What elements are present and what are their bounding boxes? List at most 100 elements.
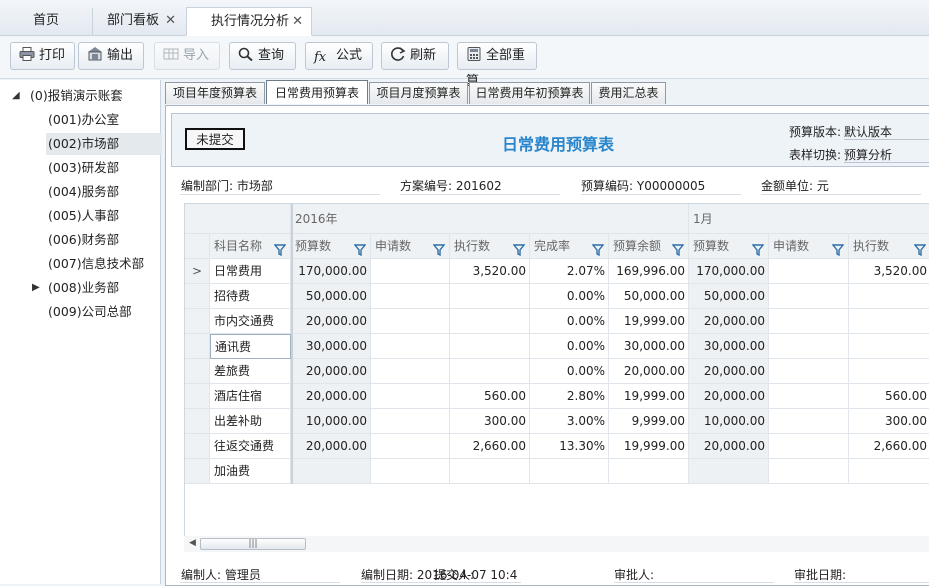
formula-button[interactable]: fx 公式 <box>305 42 373 70</box>
subject-name-cell[interactable]: 招待费 <box>210 284 291 309</box>
table-cell[interactable] <box>450 309 530 334</box>
table-cell[interactable] <box>371 384 450 409</box>
table-cell[interactable]: 170,000.00 <box>689 259 769 284</box>
table-cell[interactable] <box>450 334 530 359</box>
subject-name-cell[interactable]: 通讯费 <box>210 334 291 359</box>
column-header[interactable]: 完成率 <box>530 234 609 259</box>
row-indicator[interactable] <box>185 334 210 359</box>
sheet-tab-project-monthly[interactable]: 项目月度预算表 <box>369 82 468 104</box>
close-icon[interactable]: ✕ <box>292 8 303 36</box>
tab-home[interactable]: 首页 <box>0 8 92 35</box>
table-cell[interactable]: 3.00% <box>530 409 609 434</box>
table-cell[interactable] <box>769 459 849 484</box>
tree-item-002[interactable]: (002)市场部 <box>46 133 162 155</box>
column-header[interactable]: 预算余额 <box>609 234 689 259</box>
table-cell[interactable]: 50,000.00 <box>689 284 769 309</box>
filter-icon[interactable] <box>432 240 446 258</box>
table-cell[interactable] <box>769 309 849 334</box>
sheet-tab-project-annual[interactable]: 项目年度预算表 <box>165 82 265 104</box>
table-cell[interactable]: 0.00% <box>530 284 609 309</box>
import-button[interactable]: 导入 <box>154 42 220 70</box>
table-cell[interactable] <box>371 284 450 309</box>
table-cell[interactable]: 9,999.00 <box>609 409 689 434</box>
table-cell[interactable] <box>371 409 450 434</box>
table-cell[interactable] <box>450 459 530 484</box>
table-cell[interactable]: 560.00 <box>450 384 530 409</box>
filter-icon[interactable] <box>273 240 287 258</box>
table-cell[interactable]: 50,000.00 <box>291 284 371 309</box>
tree-root[interactable]: (0)报销演示账套 <box>30 85 123 107</box>
table-cell[interactable] <box>291 459 371 484</box>
tree-item-008[interactable]: (008)业务部 <box>48 277 119 299</box>
scroll-thumb[interactable]: ||| <box>200 538 306 550</box>
filter-icon[interactable] <box>512 240 526 258</box>
table-cell[interactable]: 20,000.00 <box>291 309 371 334</box>
table-cell[interactable]: 3,520.00 <box>849 259 929 284</box>
query-button[interactable]: 查询 <box>229 42 296 70</box>
tab-dept-board[interactable]: 部门看板 ✕ <box>92 8 184 35</box>
table-cell[interactable]: 20,000.00 <box>689 309 769 334</box>
row-indicator[interactable] <box>185 359 210 384</box>
table-cell[interactable] <box>849 459 929 484</box>
row-indicator[interactable] <box>185 309 210 334</box>
table-cell[interactable] <box>450 284 530 309</box>
column-header[interactable]: 预算数 <box>291 234 371 259</box>
row-indicator[interactable] <box>185 434 210 459</box>
subject-name-cell[interactable]: 日常费用 <box>210 259 291 284</box>
table-cell[interactable] <box>849 334 929 359</box>
table-cell[interactable]: 20,000.00 <box>609 359 689 384</box>
table-cell[interactable] <box>769 409 849 434</box>
table-cell[interactable] <box>849 359 929 384</box>
table-cell[interactable]: 20,000.00 <box>291 359 371 384</box>
tree-item-005[interactable]: (005)人事部 <box>48 205 119 227</box>
tree-item-001[interactable]: (001)办公室 <box>48 109 119 131</box>
sheet-tab-daily-initial[interactable]: 日常费用年初预算表 <box>469 82 590 104</box>
refresh-button[interactable]: 刷新 <box>381 42 449 70</box>
column-header[interactable]: 执行数 <box>849 234 929 259</box>
version-select[interactable]: 默认版本 <box>844 123 892 140</box>
table-cell[interactable]: 10,000.00 <box>689 409 769 434</box>
subject-name-cell[interactable]: 差旅费 <box>210 359 291 384</box>
table-cell[interactable]: 560.00 <box>849 384 929 409</box>
table-cell[interactable]: 300.00 <box>450 409 530 434</box>
row-indicator[interactable] <box>185 284 210 309</box>
column-header[interactable]: 科目名称 <box>210 234 291 259</box>
table-cell[interactable] <box>769 359 849 384</box>
table-cell[interactable] <box>769 284 849 309</box>
table-cell[interactable] <box>849 284 929 309</box>
table-cell[interactable]: 19,999.00 <box>609 309 689 334</box>
table-cell[interactable]: 2.80% <box>530 384 609 409</box>
table-cell[interactable] <box>849 309 929 334</box>
style-select[interactable]: 预算分析 <box>844 146 892 163</box>
table-cell[interactable]: 170,000.00 <box>291 259 371 284</box>
row-indicator[interactable] <box>185 409 210 434</box>
table-cell[interactable]: 2,660.00 <box>450 434 530 459</box>
expand-triangle-icon[interactable]: ◢ <box>12 90 20 101</box>
collapsed-triangle-icon[interactable]: ▶ <box>32 282 40 293</box>
table-cell[interactable]: 20,000.00 <box>291 434 371 459</box>
table-cell[interactable] <box>371 259 450 284</box>
table-cell[interactable] <box>769 384 849 409</box>
table-cell[interactable]: 13.30% <box>530 434 609 459</box>
close-icon[interactable]: ✕ <box>165 8 176 34</box>
table-cell[interactable]: 169,996.00 <box>609 259 689 284</box>
table-cell[interactable] <box>689 459 769 484</box>
subject-name-cell[interactable]: 加油费 <box>210 459 291 484</box>
subject-name-cell[interactable]: 往返交通费 <box>210 434 291 459</box>
table-cell[interactable]: 0.00% <box>530 309 609 334</box>
table-cell[interactable] <box>450 359 530 384</box>
row-indicator[interactable]: > <box>185 259 210 284</box>
row-indicator[interactable] <box>185 459 210 484</box>
subject-name-cell[interactable]: 酒店住宿 <box>210 384 291 409</box>
table-cell[interactable]: 50,000.00 <box>609 284 689 309</box>
filter-icon[interactable] <box>913 240 927 258</box>
tree-item-004[interactable]: (004)服务部 <box>48 181 119 203</box>
table-cell[interactable]: 3,520.00 <box>450 259 530 284</box>
sheet-tab-daily-expense[interactable]: 日常费用预算表 <box>266 80 368 104</box>
table-cell[interactable]: 300.00 <box>849 409 929 434</box>
filter-icon[interactable] <box>671 240 685 258</box>
table-cell[interactable] <box>371 459 450 484</box>
sheet-tab-expense-summary[interactable]: 费用汇总表 <box>591 82 666 104</box>
table-cell[interactable] <box>371 359 450 384</box>
filter-icon[interactable] <box>831 240 845 258</box>
